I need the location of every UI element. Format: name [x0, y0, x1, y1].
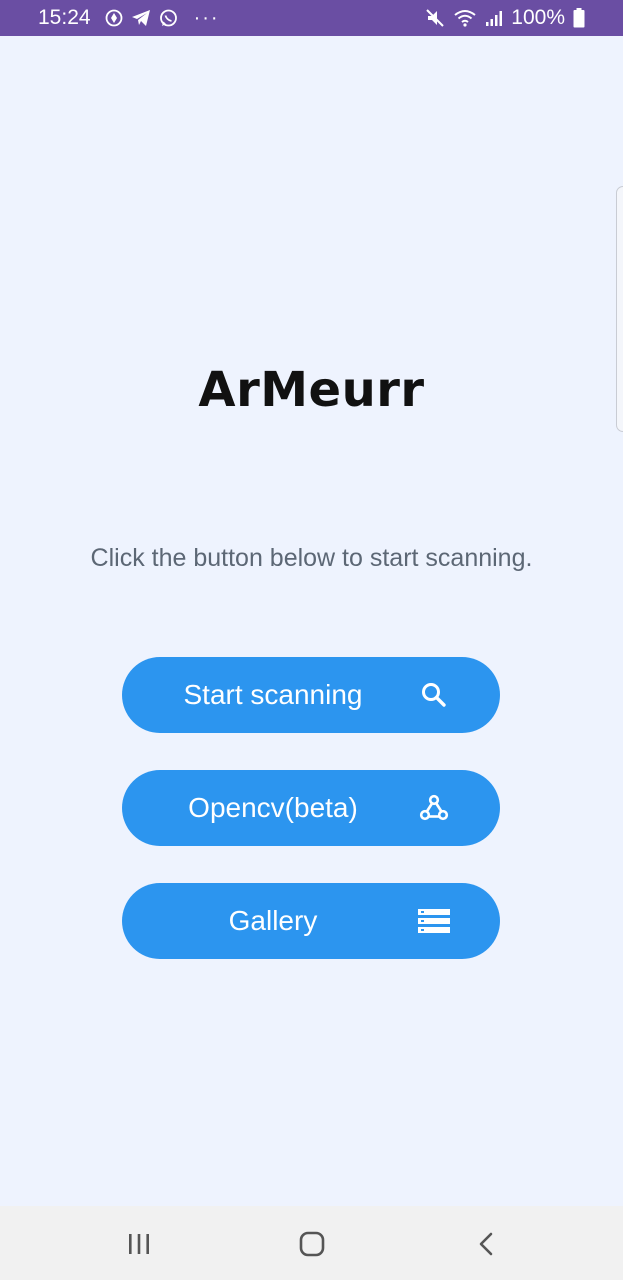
app-logo: ArMeurr [198, 362, 425, 418]
status-bar: 15:24 ··· 100% [0, 0, 623, 36]
app-screen: 15:24 ··· 100% ArMeurr Click the button … [0, 0, 623, 1280]
opencv-beta-label: Opencv(beta) [188, 792, 358, 823]
whatsapp-icon [159, 9, 178, 28]
search-icon [418, 679, 450, 711]
status-left: 15:24 ··· [38, 6, 220, 30]
battery-icon [573, 8, 585, 28]
battery-percent: 100% [511, 6, 565, 29]
wifi-icon [453, 8, 477, 28]
start-scanning-label: Start scanning [183, 679, 363, 710]
start-scanning-button[interactable]: Start scanning [122, 657, 500, 733]
signal-icon [485, 9, 503, 27]
telegram-icon [131, 9, 151, 27]
gallery-label: Gallery [228, 905, 318, 936]
recents-icon[interactable] [119, 1224, 159, 1264]
status-overflow: ··· [193, 6, 220, 29]
webhook-icon [418, 792, 450, 824]
instruction-text: Click the button below to start scanning… [90, 544, 533, 572]
maps-pin-icon [105, 9, 123, 27]
status-right: 100% [425, 6, 585, 30]
list-icon [418, 905, 450, 937]
gallery-button[interactable]: Gallery [122, 883, 500, 959]
mute-icon [425, 8, 445, 28]
navigation-bar [0, 1206, 623, 1280]
opencv-beta-button[interactable]: Opencv(beta) [122, 770, 500, 846]
home-icon[interactable] [292, 1224, 332, 1264]
back-icon[interactable] [467, 1224, 507, 1264]
status-time: 15:24 [38, 6, 91, 29]
